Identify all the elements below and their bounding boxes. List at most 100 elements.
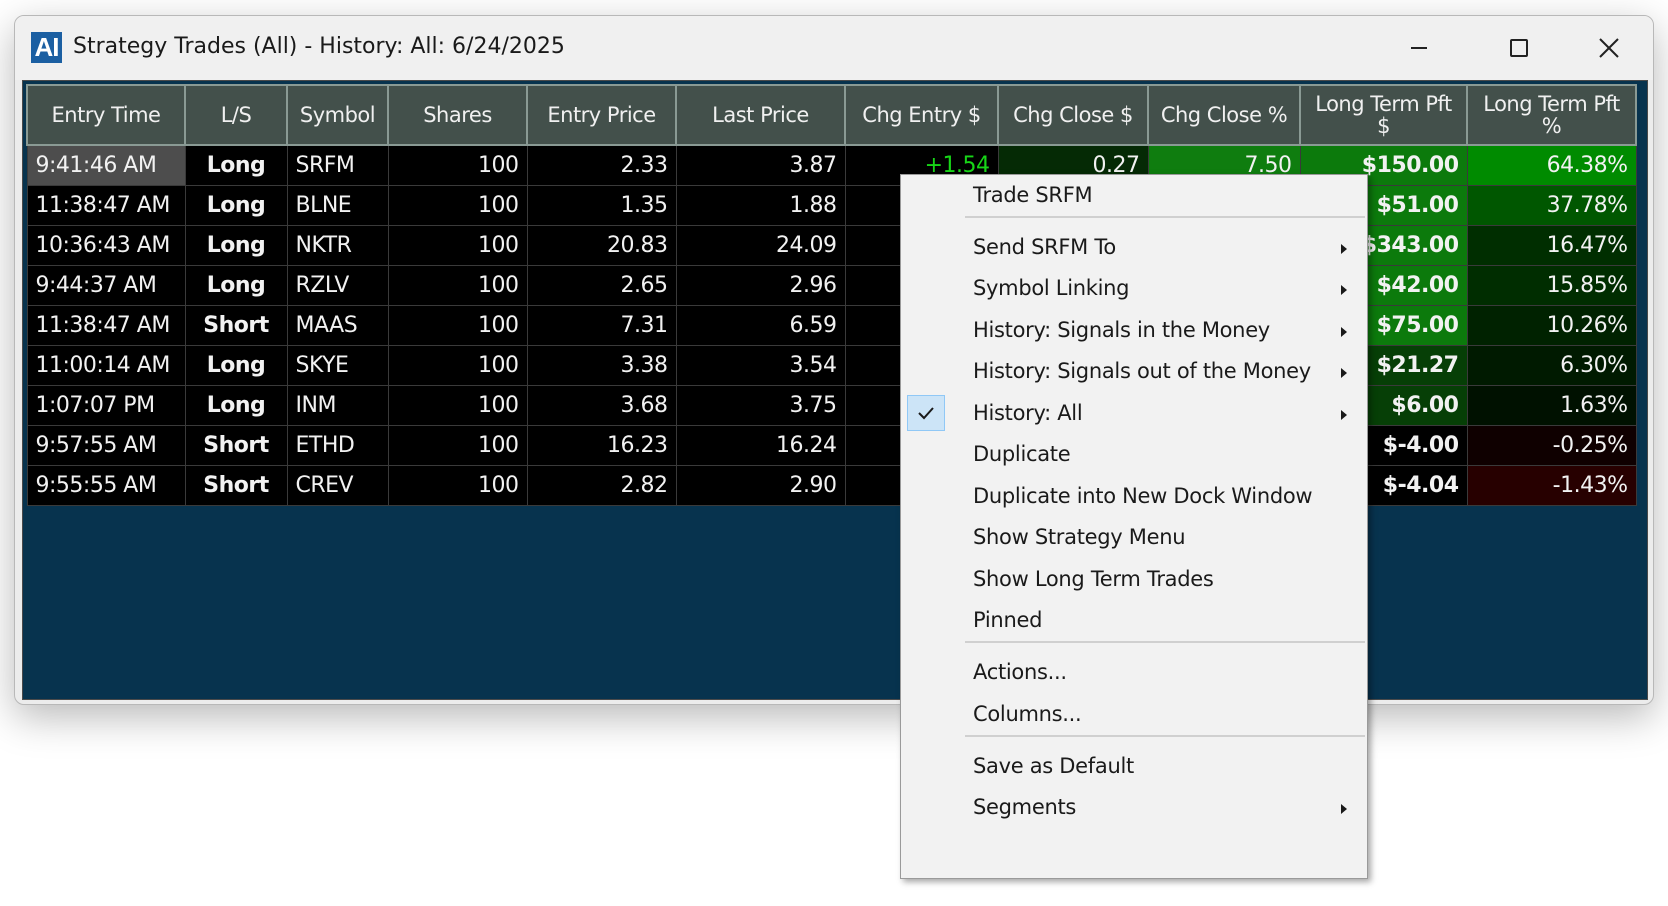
menu-item-duplicate[interactable]: Duplicate [901,434,1367,474]
cell-symbol: CREV [286,464,389,506]
cell-ls: Short [184,464,288,506]
cell-entry-price: 2.65 [526,264,677,306]
menu-item-history-signals-in-the-money[interactable]: History: Signals in the Money [901,310,1367,350]
cell-shares: 100 [387,184,528,226]
column-header-chg-close[interactable]: Chg Close $ [997,84,1149,146]
column-header-entry-time[interactable]: Entry Time [26,84,186,146]
column-header-symbol[interactable]: Symbol [286,84,389,146]
column-header-long-term-pft-pct[interactable]: Long Term Pft% [1466,84,1637,146]
table-row[interactable]: 9:41:46 AM Long SRFM 100 2.33 3.87 +1.54 0.27 7.… [26,144,1637,186]
maximize-button[interactable] [1495,30,1543,66]
table-row[interactable]: 10:36:43 AM Long NKTR 100 20.83 24.09 $343.00 1… [26,224,1637,266]
menu-item-label: History: Signals in the Money [973,318,1270,342]
cell-entry-price: 2.33 [526,144,677,186]
table-body: 9:41:46 AM Long SRFM 100 2.33 3.87 +1.54 0.27 7.… [26,144,1637,506]
cell-symbol: NKTR [286,224,389,266]
cell-symbol: MAAS [286,304,389,346]
menu-item-label: Show Strategy Menu [973,525,1186,549]
menu-item-columns[interactable]: Columns... [901,694,1367,734]
column-header-label: Chg Close $ [1013,103,1133,127]
column-header-chg-entry[interactable]: Chg Entry $ [844,84,999,146]
column-header-sublabel: % [1541,114,1562,138]
column-header-label: Last Price [712,103,809,127]
table-header-row: Entry Time L/S Symbol Shares Entry Price Last… [26,84,1637,146]
menu-item-symbol-linking[interactable]: Symbol Linking [901,268,1367,308]
cell-entry-price: 16.23 [526,424,677,466]
column-header-last-price[interactable]: Last Price [675,84,846,146]
minimize-button[interactable] [1395,30,1443,66]
menu-item-show-long-term-trades[interactable]: Show Long Term Trades [901,559,1367,599]
cell-symbol: RZLV [286,264,389,306]
minimize-icon [1411,47,1427,49]
submenu-arrow-icon [1339,282,1349,301]
menu-item-actions[interactable]: Actions... [901,652,1367,692]
submenu-arrow-icon [1339,241,1349,260]
cell-shares: 100 [387,264,528,306]
column-header-long-term-pft[interactable]: Long Term Pft $ [1299,84,1468,146]
table-row[interactable]: 1:07:07 PM Long INM 100 3.68 3.75 $6.00 1.63% [26,384,1637,426]
cell-last-price: 3.75 [675,384,846,426]
table-row[interactable]: 9:57:55 AM Short ETHD 100 16.23 16.24 $-4.00 -0… [26,424,1637,466]
table-row[interactable]: 9:55:55 AM Short CREV 100 2.82 2.90 $-4.04 -1.4… [26,464,1637,506]
menu-item-label: Columns... [973,702,1082,726]
column-header-label: Chg Entry $ [862,103,981,127]
trades-table: Entry Time L/S Symbol Shares Entry Price Last… [26,84,1637,506]
cell-last-price: 2.90 [675,464,846,506]
cell-shares: 100 [387,224,528,266]
window-title: Strategy Trades (All) - History: All: 6/… [73,34,565,59]
cell-shares: 100 [387,424,528,466]
menu-item-show-strategy-menu[interactable]: Show Strategy Menu [901,517,1367,557]
cell-ls: Long [184,264,288,306]
menu-item-pinned[interactable]: Pinned [901,600,1367,640]
cell-symbol: ETHD [286,424,389,466]
cell-long-term-pft-pct: 10.26% [1466,304,1637,346]
cell-symbol: BLNE [286,184,389,226]
menu-item-history-all[interactable]: History: All [901,393,1367,433]
menu-item-label: Duplicate into New Dock Window [973,484,1313,508]
cell-entry-price: 7.31 [526,304,677,346]
cell-shares: 100 [387,344,528,386]
menu-item-history-signals-out-of-the-money[interactable]: History: Signals out of the Money [901,351,1367,391]
table-row[interactable]: 9:44:37 AM Long RZLV 100 2.65 2.96 $42.00 15.85… [26,264,1637,306]
column-header-label: Long Term Pft [1315,92,1452,116]
cell-entry-time: 11:00:14 AM [26,344,186,386]
cell-ls: Long [184,384,288,426]
table-row[interactable]: 11:38:47 AM Short MAAS 100 7.31 6.59 $75.00 10.… [26,304,1637,346]
cell-entry-time: 9:55:55 AM [26,464,186,506]
title-bar[interactable]: AI Strategy Trades (All) - History: All:… [15,16,1653,80]
cell-last-price: 3.87 [675,144,846,186]
column-header-label: Long Term Pft [1483,92,1620,116]
menu-item-send-srfm-to[interactable]: Send SRFM To [901,227,1367,267]
column-header-label: Entry Price [547,103,656,127]
column-header-shares[interactable]: Shares [387,84,528,146]
cell-last-price: 3.54 [675,344,846,386]
cell-ls: Long [184,344,288,386]
cell-long-term-pft-pct: 1.63% [1466,384,1637,426]
strategy-trades-window: AI Strategy Trades (All) - History: All:… [14,15,1654,705]
menu-item-save-as-default[interactable]: Save as Default [901,746,1367,786]
menu-item-duplicate-into-new-dock-window[interactable]: Duplicate into New Dock Window [901,476,1367,516]
menu-item-segments[interactable]: Segments [901,787,1367,827]
cell-last-price: 24.09 [675,224,846,266]
cell-last-price: 1.88 [675,184,846,226]
table-row[interactable]: 11:38:47 AM Long BLNE 100 1.35 1.88 $51.00 37.7… [26,184,1637,226]
column-header-sublabel: $ [1377,114,1390,138]
menu-item-trade-srfm[interactable]: Trade SRFM [901,175,1367,215]
submenu-arrow-icon [1339,324,1349,343]
close-button[interactable] [1585,30,1633,66]
cell-long-term-pft-pct: 15.85% [1466,264,1637,306]
cell-ls: Long [184,144,288,186]
menu-item-label: Send SRFM To [973,235,1116,259]
column-header-ls[interactable]: L/S [184,84,288,146]
column-header-chg-close-pct[interactable]: Chg Close % [1147,84,1301,146]
cell-shares: 100 [387,144,528,186]
column-header-label: Symbol [299,103,376,127]
column-header-entry-price[interactable]: Entry Price [526,84,677,146]
trades-grid[interactable]: Entry Time L/S Symbol Shares Entry Price Last… [22,80,1648,700]
submenu-arrow-icon [1339,801,1349,820]
menu-separator [965,216,1365,218]
cell-entry-time: 9:44:37 AM [26,264,186,306]
table-row[interactable]: 11:00:14 AM Long SKYE 100 3.38 3.54 $21.27 6.30… [26,344,1637,386]
column-header-label: Shares [423,103,492,127]
cell-shares: 100 [387,304,528,346]
